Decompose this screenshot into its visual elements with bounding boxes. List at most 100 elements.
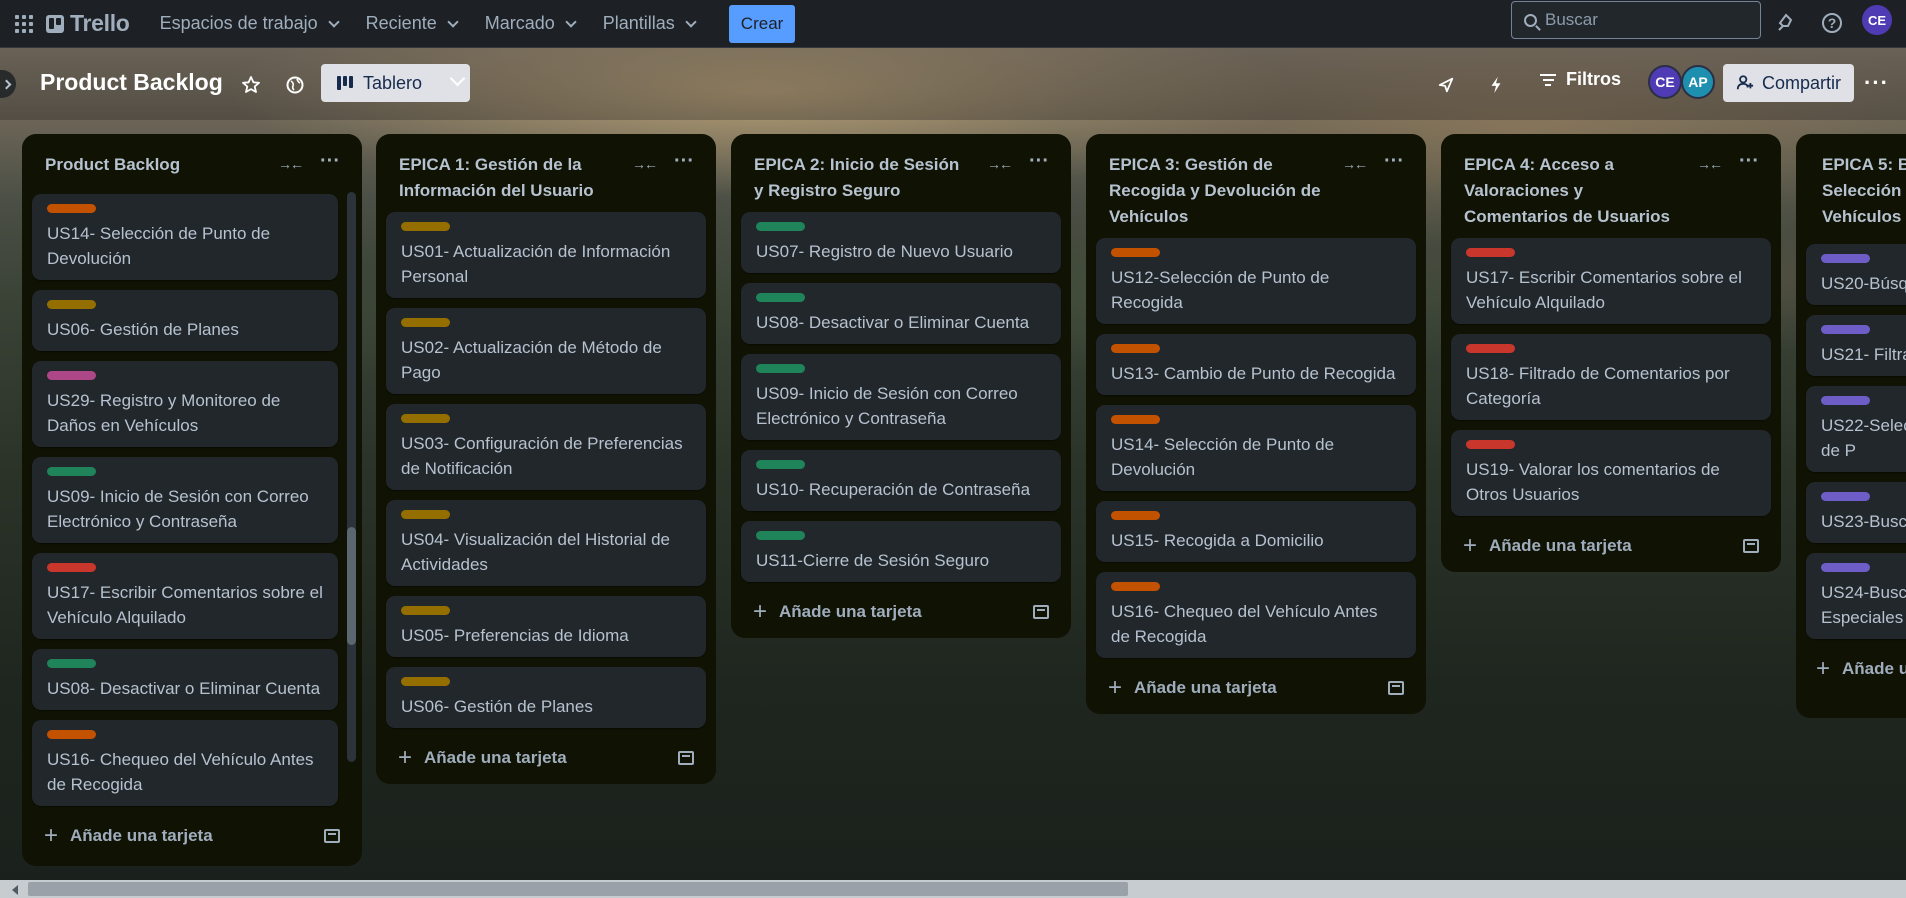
card-label[interactable] bbox=[401, 414, 450, 423]
card[interactable]: US03- Configuración de Preferencias de N… bbox=[386, 404, 706, 490]
card[interactable]: US09- Inicio de Sesión con Correo Electr… bbox=[741, 354, 1061, 440]
list-scrollbar-thumb[interactable] bbox=[347, 527, 356, 645]
card[interactable]: US19- Valorar los comentarios de Otros U… bbox=[1451, 430, 1771, 516]
collapse-list-icon[interactable]: →← bbox=[632, 156, 658, 172]
search-input[interactable]: Buscar bbox=[1511, 1, 1761, 39]
card-label[interactable] bbox=[1111, 415, 1160, 424]
card[interactable]: US13- Cambio de Punto de Recogida bbox=[1096, 334, 1416, 395]
board-title[interactable]: Product Backlog bbox=[40, 69, 223, 96]
card[interactable]: US07- Registro de Nuevo Usuario bbox=[741, 212, 1061, 273]
card-template-icon[interactable] bbox=[1388, 681, 1404, 695]
add-card-button[interactable]: + Añade una tarjeta bbox=[22, 816, 362, 862]
card[interactable]: US16- Chequeo del Vehículo Antes de Reco… bbox=[32, 720, 338, 806]
list-menu-icon[interactable]: ··· bbox=[1739, 150, 1759, 173]
apps-switcher-icon[interactable] bbox=[8, 8, 40, 40]
list-scrollbar[interactable] bbox=[347, 192, 356, 762]
nav-menu-starred[interactable]: Marcado bbox=[473, 8, 587, 40]
card[interactable]: US21- Filtra bbox=[1806, 315, 1906, 376]
card-label[interactable] bbox=[47, 467, 96, 476]
card-label[interactable] bbox=[1821, 563, 1870, 572]
nav-menu-workspaces[interactable]: Espacios de trabajo bbox=[148, 8, 350, 40]
card-template-icon[interactable] bbox=[324, 829, 340, 843]
card-label[interactable] bbox=[47, 204, 96, 213]
collapse-list-icon[interactable]: →← bbox=[1697, 156, 1723, 172]
card[interactable]: US04- Visualización del Historial de Act… bbox=[386, 500, 706, 586]
card-label[interactable] bbox=[1821, 254, 1870, 263]
share-button[interactable]: Compartir bbox=[1723, 64, 1854, 102]
card[interactable]: US10- Recuperación de Contraseña bbox=[741, 450, 1061, 511]
card[interactable]: US16- Chequeo del Vehículo Antes de Reco… bbox=[1096, 572, 1416, 658]
list-title[interactable]: EPICA 1: Gestión de la Información del U… bbox=[399, 152, 616, 204]
card-label[interactable] bbox=[1111, 248, 1160, 257]
card-label[interactable] bbox=[1821, 325, 1870, 334]
collapse-list-icon[interactable]: →← bbox=[278, 156, 304, 172]
add-card-button[interactable]: + Añade una tarjeta bbox=[1796, 649, 1906, 695]
card[interactable]: US11-Cierre de Sesión Seguro bbox=[741, 521, 1061, 582]
card[interactable]: US18- Filtrado de Comentarios por Catego… bbox=[1451, 334, 1771, 420]
list-menu-icon[interactable]: ··· bbox=[1384, 150, 1404, 173]
add-card-button[interactable]: + Añade una tarjeta bbox=[376, 738, 716, 784]
card[interactable]: US08- Desactivar o Eliminar Cuenta bbox=[32, 649, 338, 710]
card[interactable]: US17- Escribir Comentarios sobre el Vehí… bbox=[1451, 238, 1771, 324]
card-label[interactable] bbox=[1111, 511, 1160, 520]
card[interactable]: US17- Escribir Comentarios sobre el Vehí… bbox=[32, 553, 338, 639]
list-menu-icon[interactable]: ··· bbox=[320, 150, 340, 173]
card[interactable]: US06- Gestión de Planes bbox=[32, 290, 338, 351]
power-ups-rocket-icon[interactable] bbox=[1431, 70, 1461, 100]
card-label[interactable] bbox=[756, 460, 805, 469]
list-title[interactable]: EPICA 2: Inicio de Sesión y Registro Seg… bbox=[754, 152, 971, 204]
card-label[interactable] bbox=[1111, 582, 1160, 591]
card[interactable]: US14- Selección de Punto de Devolución bbox=[32, 194, 338, 280]
card-label[interactable] bbox=[756, 293, 805, 302]
card-template-icon[interactable] bbox=[1033, 605, 1049, 619]
member-avatar[interactable]: CE bbox=[1648, 65, 1682, 99]
horizontal-scrollbar-thumb[interactable] bbox=[28, 882, 1128, 896]
add-card-button[interactable]: + Añade una tarjeta bbox=[1441, 526, 1781, 572]
collapse-list-icon[interactable]: →← bbox=[987, 156, 1013, 172]
card[interactable]: US23-Busc Modelo bbox=[1806, 482, 1906, 543]
card-label[interactable] bbox=[756, 531, 805, 540]
card-label[interactable] bbox=[401, 222, 450, 231]
card[interactable]: US06- Gestión de Planes bbox=[386, 667, 706, 728]
automation-lightning-icon[interactable] bbox=[1481, 70, 1511, 100]
filters-button[interactable]: Filtros bbox=[1540, 69, 1621, 90]
card-label[interactable] bbox=[401, 606, 450, 615]
card-label[interactable] bbox=[401, 318, 450, 327]
nav-menu-recent[interactable]: Reciente bbox=[354, 8, 469, 40]
card[interactable]: US14- Selección de Punto de Devolución bbox=[1096, 405, 1416, 491]
card[interactable]: US22-Selec Rango de P bbox=[1806, 386, 1906, 472]
card-label[interactable] bbox=[1466, 440, 1515, 449]
card[interactable]: US24-Busc Especiales bbox=[1806, 553, 1906, 639]
more-options-icon[interactable]: ··· bbox=[1864, 70, 1889, 96]
list-title[interactable]: EPICA 3: Gestión de Recogida y Devolució… bbox=[1109, 152, 1326, 230]
star-icon[interactable] bbox=[236, 70, 266, 100]
list-title[interactable]: EPICA 5: Bú Selección F Vehículos bbox=[1822, 152, 1906, 230]
card-label[interactable] bbox=[47, 563, 96, 572]
card-label[interactable] bbox=[756, 222, 805, 231]
card[interactable]: US01- Actualización de Información Perso… bbox=[386, 212, 706, 298]
card[interactable]: US02- Actualización de Método de Pago bbox=[386, 308, 706, 394]
card-label[interactable] bbox=[401, 677, 450, 686]
scroll-left-arrow-icon[interactable] bbox=[12, 885, 18, 895]
list-title[interactable]: EPICA 4: Acceso a Valoraciones y Comenta… bbox=[1464, 152, 1681, 230]
help-icon[interactable]: ? bbox=[1816, 7, 1848, 39]
card-label[interactable] bbox=[1466, 344, 1515, 353]
card-label[interactable] bbox=[401, 510, 450, 519]
card[interactable]: US05- Preferencias de Idioma bbox=[386, 596, 706, 657]
trello-logo[interactable]: Trello bbox=[46, 10, 130, 37]
add-card-button[interactable]: + Añade una tarjeta bbox=[1086, 668, 1426, 714]
visibility-globe-icon[interactable] bbox=[280, 70, 310, 100]
card-label[interactable] bbox=[1111, 344, 1160, 353]
card-template-icon[interactable] bbox=[1743, 539, 1759, 553]
card-label[interactable] bbox=[47, 300, 96, 309]
card[interactable]: US12-Selección de Punto de Recogida bbox=[1096, 238, 1416, 324]
card-label[interactable] bbox=[1821, 396, 1870, 405]
sidebar-expand-icon[interactable] bbox=[0, 70, 16, 98]
card-template-icon[interactable] bbox=[678, 751, 694, 765]
create-button[interactable]: Crear bbox=[728, 4, 796, 43]
member-avatar[interactable]: AP bbox=[1681, 65, 1715, 99]
card-label[interactable] bbox=[47, 659, 96, 668]
card-label[interactable] bbox=[1821, 492, 1870, 501]
nav-menu-templates[interactable]: Plantillas bbox=[591, 8, 707, 40]
list-title[interactable]: Product Backlog bbox=[45, 152, 262, 178]
